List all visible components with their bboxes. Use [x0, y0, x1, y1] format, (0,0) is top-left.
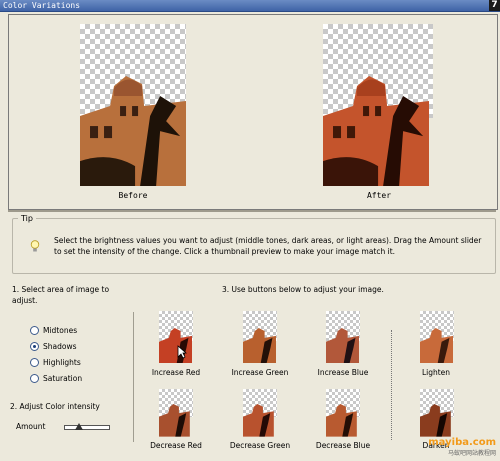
- decrease-red-label[interactable]: Decrease Red: [136, 441, 216, 450]
- radio-shadows[interactable]: Shadows: [30, 340, 77, 352]
- increase-blue-label[interactable]: Increase Blue: [303, 368, 383, 377]
- radio-label: Saturation: [43, 373, 83, 383]
- lighten-thumbnail[interactable]: [420, 311, 454, 363]
- decrease-green-label[interactable]: Decrease Green: [220, 441, 300, 450]
- amount-slider-track[interactable]: [64, 425, 110, 430]
- title-bar: Color Variations 7: [0, 0, 500, 12]
- panel-divider: [8, 210, 496, 212]
- step-badge: 7: [489, 0, 500, 11]
- tip-text: Select the brightness values you want to…: [54, 236, 482, 256]
- radio-button-selected[interactable]: [30, 341, 39, 351]
- step1-label: 1. Select area of image to adjust.: [12, 285, 110, 305]
- after-image: [323, 24, 433, 186]
- after-building-graphic: [323, 75, 430, 186]
- lightbulb-icon: [30, 240, 40, 252]
- mouse-cursor-icon: [177, 345, 187, 359]
- before-caption: Before: [118, 191, 148, 200]
- watermark: mayiba.com 马蚁吧网站教程网: [428, 437, 496, 457]
- tip-legend: Tip: [18, 214, 36, 223]
- radio-button[interactable]: [30, 357, 39, 367]
- watermark-subtitle: 马蚁吧网站教程网: [447, 450, 496, 457]
- dotted-separator: [391, 330, 392, 440]
- increase-blue-thumbnail[interactable]: [326, 311, 360, 363]
- radio-label: Shadows: [43, 341, 77, 351]
- decrease-green-thumbnail[interactable]: [243, 389, 277, 437]
- decrease-blue-label[interactable]: Decrease Blue: [303, 441, 383, 450]
- radio-label: Highlights: [43, 357, 81, 367]
- radio-saturation[interactable]: Saturation: [30, 372, 82, 384]
- decrease-red-thumbnail[interactable]: [159, 389, 193, 437]
- amount-slider-thumb[interactable]: [75, 423, 84, 430]
- increase-red-thumbnail[interactable]: [159, 311, 193, 363]
- step2-label: 2. Adjust Color intensity: [10, 402, 100, 411]
- increase-red-label[interactable]: Increase Red: [136, 368, 216, 377]
- decrease-blue-thumbnail[interactable]: [326, 389, 360, 437]
- darken-thumbnail[interactable]: [420, 389, 454, 437]
- step3-label: 3. Use buttons below to adjust your imag…: [222, 285, 384, 294]
- radio-highlights[interactable]: Highlights: [30, 356, 81, 368]
- lighten-label[interactable]: Lighten: [396, 368, 476, 377]
- amount-label: Amount: [16, 422, 46, 431]
- vertical-separator: [133, 312, 134, 442]
- window-title: Color Variations: [3, 1, 81, 10]
- increase-green-thumbnail[interactable]: [243, 311, 277, 363]
- after-caption: After: [366, 191, 392, 200]
- increase-green-label[interactable]: Increase Green: [220, 368, 300, 377]
- radio-midtones[interactable]: Midtones: [30, 324, 77, 336]
- radio-button[interactable]: [30, 325, 39, 335]
- radio-button[interactable]: [30, 373, 39, 383]
- before-building-graphic: [80, 75, 186, 186]
- radio-label: Midtones: [43, 325, 78, 335]
- watermark-site: mayiba.com: [428, 437, 496, 448]
- before-image: [80, 24, 186, 186]
